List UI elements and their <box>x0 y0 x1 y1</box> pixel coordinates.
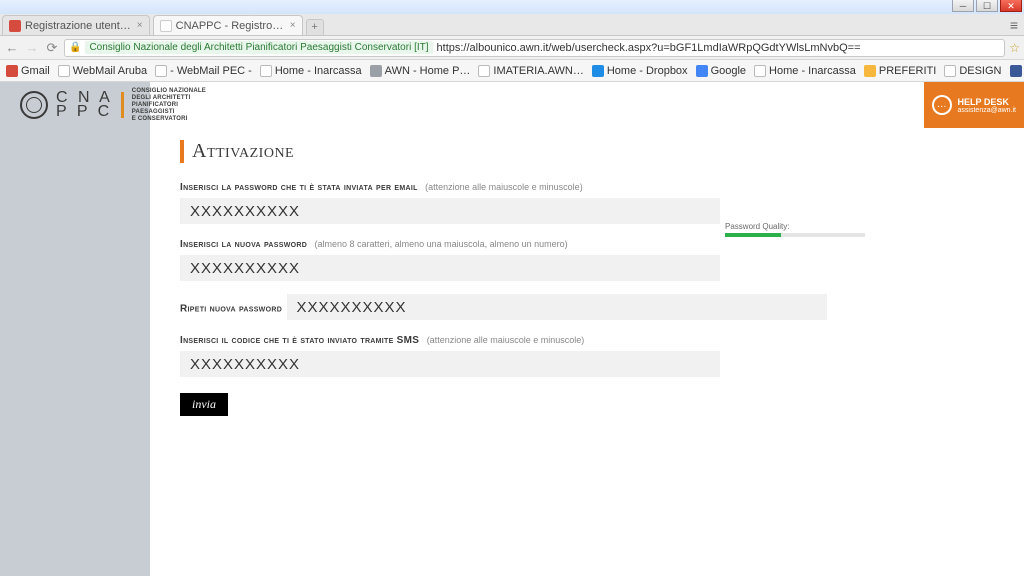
bookmark-favicon-icon <box>1010 65 1022 77</box>
bookmark-item[interactable]: WebMail Aruba <box>58 65 147 77</box>
bookmark-favicon-icon <box>58 65 70 77</box>
reload-button[interactable]: ⟳ <box>44 40 60 56</box>
back-button[interactable]: ← <box>4 40 20 55</box>
field-label: Inserisci la password che ti è stata inv… <box>180 182 418 193</box>
bookmark-favicon-icon <box>260 65 272 77</box>
bookmark-label: Home - Dropbox <box>607 65 688 77</box>
password-quality-bar <box>725 233 865 237</box>
password-quality-fill <box>725 233 781 237</box>
sms-code-input[interactable] <box>180 351 720 377</box>
bookmark-item[interactable]: Gmail <box>6 65 50 77</box>
bookmark-favicon-icon <box>478 65 490 77</box>
activation-form: Attivazione Inserisci la password che ti… <box>150 128 1024 416</box>
bookmark-item[interactable]: IMATERIA.AWN… <box>478 65 583 77</box>
browser-tab[interactable]: Registrazione utent… × <box>2 15 150 35</box>
tab-close-icon[interactable]: × <box>137 20 143 31</box>
bookmark-label: DESIGN <box>959 65 1001 77</box>
seal-icon <box>20 91 48 119</box>
help-desk-email: assistenza@awn.it <box>958 107 1016 114</box>
page-viewport: C N A P P C CONSIGLIO NAZIONALEDEGLI ARC… <box>0 82 1024 576</box>
browser-tab-active[interactable]: CNAPPC - Registro U… × <box>153 15 303 35</box>
new-password-input[interactable] <box>180 255 720 281</box>
new-tab-button[interactable]: + <box>306 19 324 35</box>
tab-title: CNAPPC - Registro U… <box>176 20 284 32</box>
page-title: Attivazione <box>180 140 994 163</box>
bookmark-favicon-icon <box>370 65 382 77</box>
tab-title: Registrazione utent… <box>25 20 131 32</box>
window-maximize-button[interactable]: ☐ <box>976 0 998 12</box>
page-left-gutter <box>0 82 150 576</box>
logo-text: C N A P P C <box>56 91 113 119</box>
field-hint: (almeno 8 caratteri, almeno una maiuscol… <box>315 239 568 249</box>
password-quality-label: Password Quality: <box>725 222 865 231</box>
repeat-password-input[interactable] <box>287 294 827 320</box>
bookmark-label: Gmail <box>21 65 50 77</box>
bookmark-item[interactable]: PREFERITI <box>864 65 936 77</box>
bookmark-favicon-icon <box>944 65 956 77</box>
bookmark-item[interactable]: Facebook <box>1010 65 1024 77</box>
page-icon <box>160 20 172 32</box>
bookmark-label: - WebMail PEC - <box>170 65 252 77</box>
bookmark-item[interactable]: Home - Inarcassa <box>260 65 362 77</box>
password-quality-meter: Password Quality: <box>725 222 865 237</box>
bookmark-item[interactable]: AWN - Home P… <box>370 65 471 77</box>
bookmark-star-icon[interactable]: ☆ <box>1009 41 1020 55</box>
field-hint: (attenzione alle maiuscole e minuscole) <box>427 335 585 345</box>
bookmark-label: IMATERIA.AWN… <box>493 65 583 77</box>
tab-close-icon[interactable]: × <box>290 20 296 31</box>
bookmark-favicon-icon <box>864 65 876 77</box>
field-label: Ripeti nuova password <box>180 304 282 315</box>
logo-divider <box>121 92 124 118</box>
window-titlebar: ─ ☐ ✕ <box>0 0 1024 14</box>
gmail-icon <box>9 20 21 32</box>
bookmark-favicon-icon <box>696 65 708 77</box>
field-label: Inserisci il codice che ti è stato invia… <box>180 335 419 346</box>
site-logo[interactable]: C N A P P C CONSIGLIO NAZIONALEDEGLI ARC… <box>10 88 206 123</box>
bookmark-label: PREFERITI <box>879 65 936 77</box>
address-bar[interactable]: 🔒 Consiglio Nazionale degli Architetti P… <box>64 39 1005 57</box>
bookmark-label: Home - Inarcassa <box>275 65 362 77</box>
window-minimize-button[interactable]: ─ <box>952 0 974 12</box>
bookmark-label: WebMail Aruba <box>73 65 147 77</box>
chat-bubble-icon <box>932 95 952 115</box>
bookmark-favicon-icon <box>6 65 18 77</box>
bookmark-label: Google <box>711 65 746 77</box>
browser-toolbar: ← → ⟳ 🔒 Consiglio Nazionale degli Archit… <box>0 36 1024 60</box>
bookmark-favicon-icon <box>754 65 766 77</box>
bookmark-item[interactable]: Home - Dropbox <box>592 65 688 77</box>
help-desk-button[interactable]: HELP DESK assistenza@awn.it <box>924 82 1024 128</box>
browser-tab-strip: Registrazione utent… × CNAPPC - Registro… <box>0 14 1024 36</box>
bookmark-item[interactable]: Home - Inarcassa <box>754 65 856 77</box>
field-repeat-password: Ripeti nuova password <box>180 291 994 320</box>
page-content: C N A P P C CONSIGLIO NAZIONALEDEGLI ARC… <box>150 82 1024 576</box>
forward-button[interactable]: → <box>24 40 40 55</box>
bookmark-favicon-icon <box>592 65 604 77</box>
bookmark-item[interactable]: Google <box>696 65 746 77</box>
submit-button[interactable]: invia <box>180 393 228 416</box>
logo-subtitle: CONSIGLIO NAZIONALEDEGLI ARCHITETTIPIANI… <box>132 88 206 123</box>
site-header: C N A P P C CONSIGLIO NAZIONALEDEGLI ARC… <box>150 82 1024 128</box>
field-hint: (attenzione alle maiuscole e minuscole) <box>425 182 583 192</box>
field-new-password: Inserisci la nuova password (almeno 8 ca… <box>180 234 994 281</box>
bookmark-item[interactable]: - WebMail PEC - <box>155 65 252 77</box>
field-sms-code: Inserisci il codice che ti è stato invia… <box>180 330 994 377</box>
bookmark-favicon-icon <box>155 65 167 77</box>
field-email-password: Inserisci la password che ti è stata inv… <box>180 177 994 224</box>
bookmark-item[interactable]: DESIGN <box>944 65 1001 77</box>
help-desk-title: HELP DESK <box>958 97 1016 107</box>
window-close-button[interactable]: ✕ <box>1000 0 1022 12</box>
url-text: https://albounico.awn.it/web/usercheck.a… <box>437 42 861 54</box>
lock-icon: 🔒 <box>69 42 81 53</box>
site-identity: Consiglio Nazionale degli Architetti Pia… <box>85 41 432 54</box>
bookmark-label: Home - Inarcassa <box>769 65 856 77</box>
email-password-input[interactable] <box>180 198 720 224</box>
bookmarks-bar: Gmail WebMail Aruba - WebMail PEC - Home - … <box>0 60 1024 82</box>
bookmark-label: AWN - Home P… <box>385 65 471 77</box>
field-label: Inserisci la nuova password <box>180 239 307 250</box>
chrome-menu-icon[interactable]: ≡ <box>1010 17 1018 33</box>
